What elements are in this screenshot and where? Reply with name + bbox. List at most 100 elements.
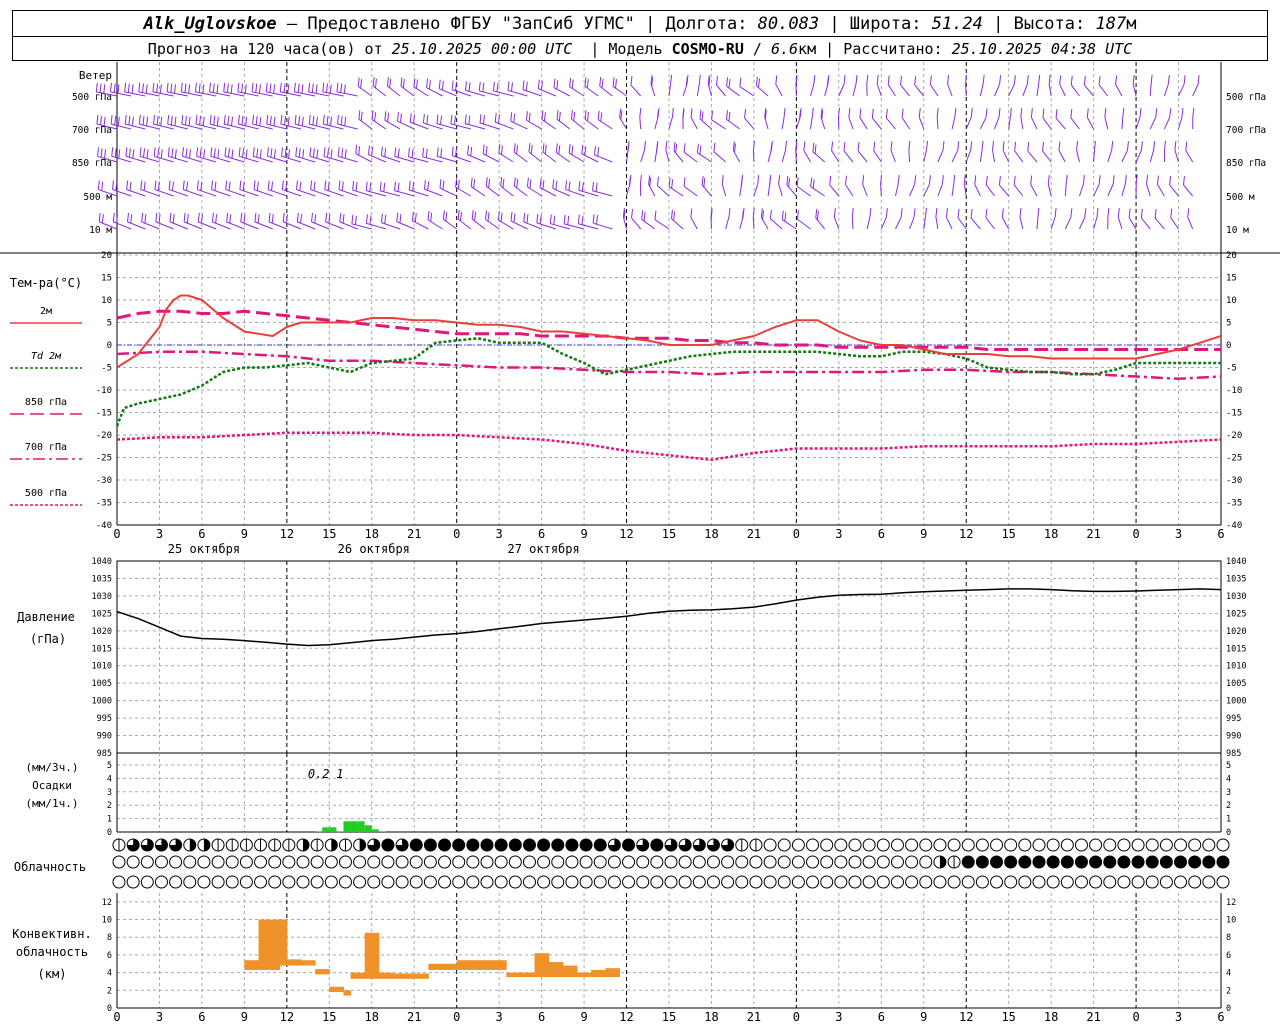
- conv-bar: [584, 972, 592, 978]
- wind-barb-flag: [1037, 207, 1040, 217]
- cloud-symbol: [423, 855, 437, 869]
- wind-barb-flag: [970, 141, 973, 151]
- cloud-circle: [1004, 855, 1018, 869]
- cloud-symbol: [551, 855, 565, 869]
- wind-barb: [937, 141, 945, 163]
- conv-bar: [534, 953, 543, 978]
- wind-barb-flag: [215, 214, 218, 224]
- cloud-circle: [806, 875, 820, 889]
- wind-barb-flag: [485, 177, 488, 187]
- wind-barb: [1121, 141, 1129, 163]
- wind-barb-shaft: [1174, 149, 1180, 163]
- wind-barb-flag: [627, 143, 630, 153]
- wind-barb-shaft: [424, 188, 443, 197]
- wind-barb-flag: [775, 75, 778, 85]
- precip-bar: [371, 829, 379, 832]
- wind-barb-flag: [1030, 108, 1033, 118]
- wind-barb-flag: [141, 212, 144, 222]
- wind-barb-flag: [298, 148, 301, 158]
- wind-barb: [1178, 107, 1184, 130]
- wind-barb: [639, 107, 642, 130]
- wind-barb: [337, 147, 358, 163]
- wind-barb-shaft: [974, 184, 981, 197]
- cloud-symbol: [664, 875, 678, 889]
- wind-barb-flag: [992, 140, 995, 151]
- cloud-circle: [763, 855, 777, 869]
- wind-barb-flag: [394, 147, 397, 157]
- cloud-symbol: [961, 875, 975, 889]
- wind-barb: [739, 174, 744, 197]
- pressure-tick-right: 985: [1226, 749, 1241, 759]
- wind-barb: [251, 82, 273, 97]
- wind-barb-flag: [259, 116, 262, 126]
- wind-barb-flag: [873, 141, 876, 151]
- conv-bar: [279, 919, 288, 966]
- temp-time-tick: 6: [198, 527, 205, 541]
- cloud-circle: [254, 875, 268, 889]
- wind-barb-shaft: [1140, 217, 1151, 230]
- wind-barb-flag: [269, 115, 272, 126]
- precip-tick-left: 4: [107, 774, 112, 784]
- cloud-symbol: [820, 875, 834, 889]
- cloud-circle: [1159, 875, 1173, 889]
- wind-barb: [237, 82, 259, 97]
- cloud-circle: [551, 875, 565, 889]
- wind-barb-flag: [226, 212, 229, 222]
- wind-barb: [253, 180, 273, 197]
- conv-bar: [435, 963, 444, 970]
- conv-time-tick: 18: [1044, 1010, 1058, 1024]
- wind-barb-flag: [465, 81, 467, 91]
- pressure-tick-left: 995: [97, 714, 112, 724]
- cloud-circle: [848, 855, 862, 869]
- wind-barb: [880, 208, 888, 230]
- cloud-symbol: [466, 875, 480, 889]
- wind-barb-shaft: [908, 149, 911, 163]
- wind-barb: [154, 180, 174, 197]
- wind-barb-flag: [114, 148, 117, 158]
- wind-barb-flag: [778, 175, 781, 185]
- wind-barb-flag: [1185, 141, 1188, 151]
- wind-barb-shaft: [283, 221, 302, 230]
- wind-barb-flag: [301, 84, 304, 94]
- pressure-tick-right: 995: [1226, 714, 1241, 724]
- precip-bar: [329, 827, 337, 832]
- temp-legend-label: 500 гПа: [25, 488, 67, 499]
- wind-barb-flag: [970, 208, 973, 219]
- conv-bar: [322, 969, 330, 975]
- cloud-symbol: [735, 838, 749, 852]
- wind-barb: [351, 214, 372, 230]
- cloud-symbol: [112, 875, 126, 889]
- conv-time-tick: 18: [704, 1010, 718, 1024]
- wind-barb-flag: [396, 112, 399, 122]
- cloud-symbol: [1018, 855, 1032, 869]
- wind-barb-flag: [231, 116, 234, 126]
- wind-barb-flag: [999, 75, 1002, 85]
- wind-barb: [1163, 75, 1170, 97]
- cloud-circle: [353, 855, 367, 869]
- cloud-symbol: [494, 875, 508, 889]
- conv-bar: [421, 973, 429, 979]
- cloud-circle: [537, 838, 551, 852]
- wind-barb-flag: [341, 181, 344, 191]
- wind-barb-flag: [876, 75, 879, 85]
- wind-barb-flag: [1126, 141, 1129, 151]
- conv-bar: [513, 972, 521, 978]
- wind-barb-shaft: [951, 150, 959, 163]
- wind-barb-flag: [671, 107, 674, 118]
- wind-barb: [238, 147, 259, 163]
- wind-barb-flag: [673, 211, 676, 221]
- wind-barb: [880, 174, 883, 197]
- wind-barb-shaft: [1107, 184, 1114, 197]
- wind-barb: [1093, 175, 1101, 197]
- cloud-circle: [834, 875, 848, 889]
- wind-barb-flag: [97, 147, 100, 157]
- cloud-circle: [197, 855, 211, 869]
- wind-barb-flag: [1096, 207, 1099, 218]
- cloud-circle: [1089, 838, 1103, 852]
- wind-barb-flag: [523, 212, 526, 222]
- cloud-circle: [537, 875, 551, 889]
- wind-barb-flag: [195, 115, 198, 125]
- wind-barb-flag: [563, 214, 566, 224]
- wind-barb: [1042, 108, 1052, 130]
- wind-barb-shaft: [725, 216, 730, 230]
